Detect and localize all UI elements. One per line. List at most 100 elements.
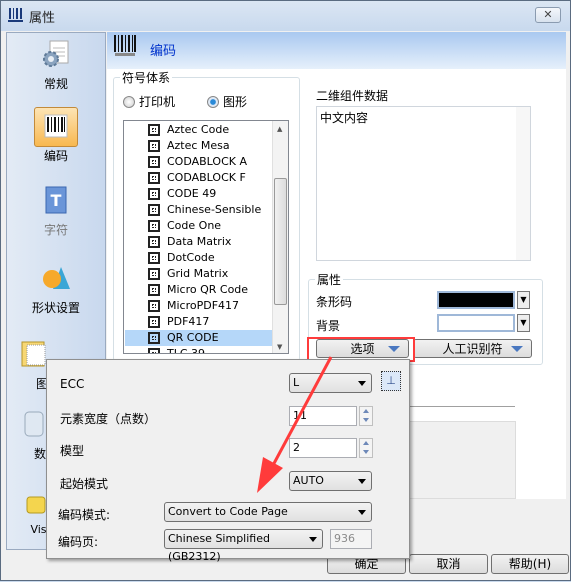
model-label: 模型 bbox=[60, 444, 85, 458]
list-item-label: DotCode bbox=[167, 251, 215, 264]
2d-barcode-icon bbox=[148, 348, 160, 353]
2d-barcode-icon bbox=[148, 284, 160, 296]
list-item[interactable]: PDF417 bbox=[125, 314, 272, 330]
2d-data-textarea[interactable]: 中文内容 bbox=[316, 106, 531, 261]
sidebar-item-encoding[interactable]: 编码 bbox=[7, 111, 105, 164]
select-value: AUTO bbox=[293, 474, 324, 487]
barcode-color-swatch[interactable] bbox=[437, 291, 515, 309]
list-item-label: MicroPDF417 bbox=[167, 299, 240, 312]
svg-text:T: T bbox=[51, 191, 62, 210]
properties-dialog: 属性 ✕ 常规 编码 T 字符 形状设置 图 数 Visu 编码 符号体系 打印… bbox=[0, 0, 571, 581]
scrollbar-thumb[interactable] bbox=[274, 178, 287, 305]
radio-label: 打印机 bbox=[139, 95, 176, 109]
background-color-swatch[interactable] bbox=[437, 314, 515, 332]
2d-barcode-icon bbox=[148, 252, 160, 264]
hri-button[interactable]: 人工识别符 bbox=[413, 339, 532, 358]
list-item-label: QR CODE bbox=[167, 331, 219, 344]
list-item[interactable]: Data Matrix bbox=[125, 234, 272, 250]
list-item[interactable]: CODE 49 bbox=[125, 186, 272, 202]
sidebar-item-shape-settings[interactable]: 形状设置 bbox=[7, 263, 105, 316]
spin-down-icon[interactable] bbox=[360, 416, 372, 425]
select-value: Chinese Simplified (GB2312) bbox=[168, 532, 270, 563]
list-item-label: Chinese-Sensible bbox=[167, 203, 262, 216]
spin-down-icon[interactable] bbox=[360, 448, 372, 457]
2d-barcode-icon bbox=[148, 156, 160, 168]
2d-barcode-icon bbox=[148, 140, 160, 152]
button-label: 人工识别符 bbox=[442, 342, 503, 356]
select-value: L bbox=[293, 376, 300, 389]
element-width-input[interactable]: 11 bbox=[289, 406, 357, 426]
preview-area bbox=[409, 421, 516, 499]
list-item[interactable]: Grid Matrix bbox=[125, 266, 272, 282]
settings-document-icon bbox=[43, 40, 69, 67]
pin-icon[interactable]: ⊥ bbox=[381, 371, 401, 391]
radio-printer[interactable]: 打印机 bbox=[123, 93, 175, 110]
close-button[interactable]: ✕ bbox=[535, 7, 561, 23]
symbology-list[interactable]: TLC 39 QR CODE PDF417 MicroPDF417 Micro QR C… bbox=[123, 120, 289, 354]
encoding-mode-label: 编码模式: bbox=[58, 508, 111, 522]
2d-barcode-icon bbox=[148, 220, 160, 232]
code-page-select[interactable]: Chinese Simplified (GB2312) bbox=[164, 529, 323, 563]
group-label: 属性 bbox=[315, 271, 344, 288]
section-title: 编码 bbox=[150, 44, 177, 59]
list-item[interactable]: DotCode bbox=[125, 250, 272, 266]
select-value: Convert to Code Page bbox=[168, 505, 288, 518]
element-width-label: 元素宽度（点数） bbox=[60, 412, 157, 426]
cancel-button[interactable]: 取消 bbox=[409, 554, 488, 574]
ecc-label: ECC bbox=[60, 377, 85, 391]
radio-button[interactable] bbox=[207, 96, 219, 108]
list-item-label: TLC 39 bbox=[167, 347, 206, 354]
list-item-label: CODABLOCK F bbox=[167, 171, 246, 184]
chevron-down-icon[interactable]: ▼ bbox=[517, 314, 530, 332]
list-item[interactable]: Aztec Mesa bbox=[125, 138, 272, 154]
list-item[interactable]: QR CODE bbox=[125, 330, 272, 346]
spin-up-icon[interactable] bbox=[360, 407, 372, 416]
radio-graphic[interactable]: 图形 bbox=[207, 93, 247, 110]
list-item-label: CODE 49 bbox=[167, 187, 217, 200]
list-item[interactable]: Chinese-Sensible bbox=[125, 202, 272, 218]
2d-barcode-icon bbox=[148, 268, 160, 280]
list-item-label: PDF417 bbox=[167, 315, 210, 328]
list-item[interactable]: Micro QR Code bbox=[125, 282, 272, 298]
model-input[interactable]: 2 bbox=[289, 438, 357, 458]
code-page-label: 编码页: bbox=[58, 535, 99, 549]
sidebar-item-characters[interactable]: T 字符 bbox=[7, 185, 105, 238]
title-bar: 属性 ✕ bbox=[1, 1, 571, 29]
list-item[interactable]: TLC 39 bbox=[125, 346, 272, 354]
list-item[interactable]: MicroPDF417 bbox=[125, 298, 272, 314]
spin-up-icon[interactable] bbox=[360, 439, 372, 448]
element-width-spinner[interactable] bbox=[359, 406, 373, 426]
list-item-label: Grid Matrix bbox=[167, 267, 229, 280]
scroll-up-arrow-icon[interactable]: ▲ bbox=[277, 125, 282, 133]
window-title: 属性 bbox=[29, 11, 56, 26]
list-item[interactable]: CODABLOCK A bbox=[125, 154, 272, 170]
barcode-app-icon bbox=[8, 8, 23, 22]
sidebar-item-label: 数 bbox=[33, 447, 46, 461]
list-item[interactable]: Code One bbox=[125, 218, 272, 234]
textarea-scrollbar[interactable] bbox=[516, 107, 530, 260]
scroll-down-arrow-icon[interactable]: ▼ bbox=[277, 343, 282, 351]
list-item-label: Data Matrix bbox=[167, 235, 232, 248]
barcode-color-label: 条形码 bbox=[316, 295, 353, 309]
sidebar-item-general[interactable]: 常规 bbox=[7, 39, 105, 92]
barcode-icon bbox=[114, 35, 136, 56]
encoding-mode-select[interactable]: Convert to Code Page bbox=[164, 502, 372, 522]
start-mode-select[interactable]: AUTO bbox=[289, 471, 372, 491]
2d-barcode-icon bbox=[148, 316, 160, 328]
model-spinner[interactable] bbox=[359, 438, 373, 458]
list-item[interactable]: Aztec Code bbox=[125, 122, 272, 138]
help-button[interactable]: 帮助(H) bbox=[491, 554, 569, 574]
ecc-select[interactable]: L bbox=[289, 373, 372, 393]
sidebar-item-label: 字符 bbox=[43, 223, 68, 237]
chevron-down-icon[interactable]: ▼ bbox=[517, 291, 530, 309]
chevron-down-icon bbox=[358, 510, 366, 515]
2d-data-value[interactable]: 中文内容 bbox=[320, 111, 368, 125]
chevron-down-icon bbox=[358, 479, 366, 484]
code-page-number-field: 936 bbox=[330, 529, 372, 549]
chevron-down-icon bbox=[309, 537, 317, 542]
list-item-label: Aztec Mesa bbox=[167, 139, 230, 152]
list-item[interactable]: CODABLOCK F bbox=[125, 170, 272, 186]
2d-barcode-icon bbox=[148, 204, 160, 216]
radio-label: 图形 bbox=[223, 95, 248, 109]
radio-button[interactable] bbox=[123, 96, 135, 108]
